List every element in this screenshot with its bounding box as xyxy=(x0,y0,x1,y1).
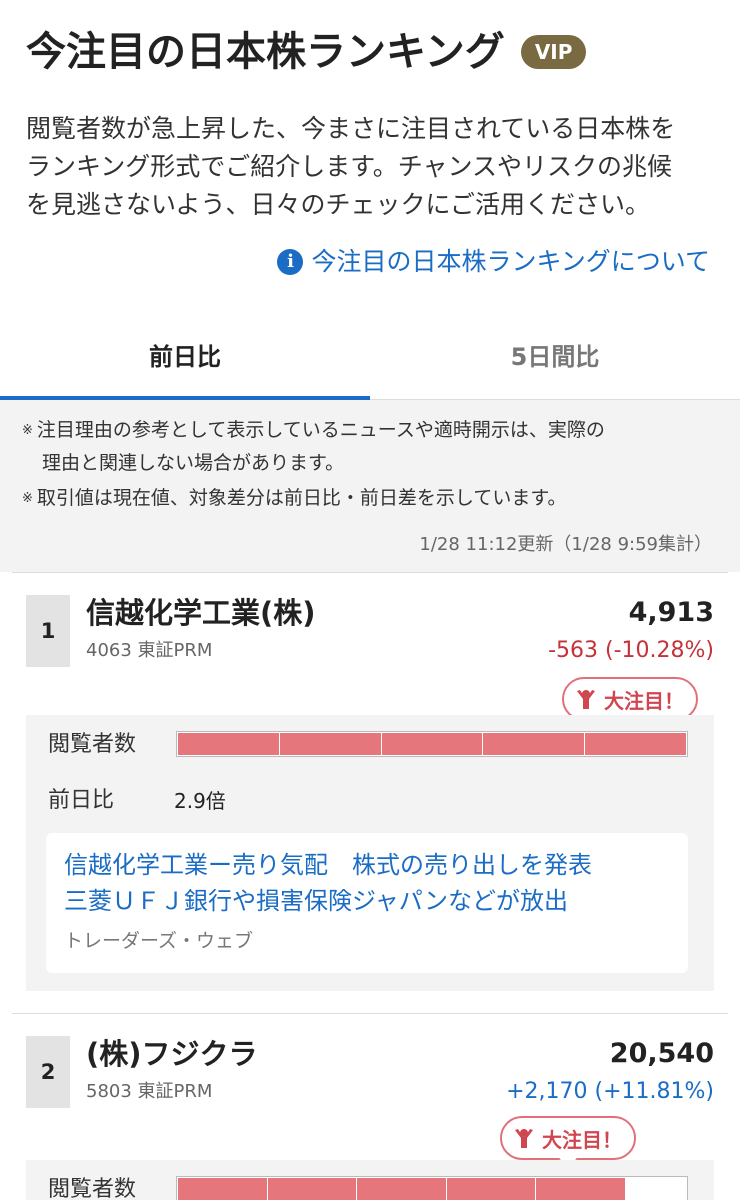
ratio-value: 2.9倍 xyxy=(174,789,226,813)
cheering-person-icon xyxy=(515,1129,533,1148)
news-source: トレーダーズ・ウェブ xyxy=(64,930,254,952)
ranking-detail: 閲覧者数 xyxy=(26,1160,714,1200)
tab-5-day[interactable]: 5日間比 xyxy=(370,310,740,399)
badge-label: 大注目！ xyxy=(604,688,684,713)
page-header: 今注目の日本株ランキング VIP xyxy=(26,24,587,80)
tab-previous-day[interactable]: 前日比 xyxy=(0,310,370,400)
ranking-card[interactable]: 1 信越化学工業(株) 4063 東証PRM 4,913 -563 (-10.2… xyxy=(12,572,728,1012)
bar-segment xyxy=(483,733,586,755)
about-ranking-link[interactable]: i 今注目の日本株ランキングについて xyxy=(277,244,710,280)
viewers-label: 閲覧者数 xyxy=(48,1177,137,1200)
notes-section: ※ 注目理由の参考として表示しているニュースや適時開示は、実際の 理由と関連しない… xyxy=(0,400,740,572)
page-title: 今注目の日本株ランキング xyxy=(26,29,505,75)
bar-segment xyxy=(381,733,484,755)
hot-badge: 大注目！ xyxy=(500,1116,636,1160)
price-change: +2,170 (+11.81%) xyxy=(506,1079,714,1104)
bar-segment xyxy=(178,733,280,755)
note-text: 理由と関連しない場合があります。 xyxy=(42,451,345,474)
bar-segment xyxy=(178,1178,268,1200)
news-headline-line: 三菱ＵＦＪ銀行や損害保険ジャパンなどが放出 xyxy=(64,887,568,915)
stock-price: 4,913 xyxy=(628,597,714,628)
page-description: 閲覧者数が急上昇した、今まさに注目されている日本株を ランキング形式でご紹介しま… xyxy=(26,110,716,224)
badge-label: 大注目！ xyxy=(542,1127,622,1152)
stock-name[interactable]: 信越化学工業(株) xyxy=(86,593,316,633)
price-change: -563 (-10.28%) xyxy=(548,638,714,663)
viewers-bar-fill xyxy=(178,1178,626,1200)
vip-badge: VIP xyxy=(520,35,587,69)
viewers-bar-fill xyxy=(178,733,686,755)
bar-segment xyxy=(585,733,686,755)
description-line: を見逃さないよう、日々のチェックにご活用ください。 xyxy=(26,190,651,219)
description-line: 閲覧者数が急上昇した、今まさに注目されている日本株を xyxy=(26,114,676,143)
note-mark: ※ xyxy=(22,422,33,438)
info-icon: i xyxy=(277,249,304,275)
note-mark: ※ xyxy=(22,490,33,506)
news-box: 信越化学工業ー売り気配 株式の売り出しを発表 三菱ＵＦＪ銀行や損害保険ジャパンな… xyxy=(46,833,688,973)
viewers-label: 閲覧者数 xyxy=(48,732,137,757)
ranking-detail: 閲覧者数 前日比 2.9倍 信越化学工業ー売り気配 株式の売り出しを発表 三菱Ｕ… xyxy=(26,715,714,991)
note-text: 取引値は現在値、対象差分は前日比・前日差を示しています。 xyxy=(36,487,567,509)
rank-number: 2 xyxy=(26,1036,70,1108)
note-news-disclaimer: ※ 注目理由の参考として表示しているニュースや適時開示は、実際の 理由と関連しない… xyxy=(22,414,722,479)
viewers-bar xyxy=(176,1176,688,1200)
bar-segment xyxy=(536,1178,626,1200)
ratio-label: 前日比 xyxy=(48,788,115,813)
bar-segment xyxy=(357,1178,447,1200)
stock-price: 20,540 xyxy=(609,1038,714,1069)
description-line: ランキング形式でご紹介します。チャンスやリスクの兆候 xyxy=(26,152,673,181)
cheering-person-icon xyxy=(577,690,595,709)
updated-timestamp: 1/28 11:12更新（1/28 9:59集計） xyxy=(419,534,712,555)
bar-segment xyxy=(267,1178,358,1200)
viewers-bar xyxy=(176,731,688,757)
stock-code: 5803 東証PRM xyxy=(86,1081,213,1102)
news-headline-link[interactable]: 信越化学工業ー売り気配 株式の売り出しを発表 三菱ＵＦＪ銀行や損害保険ジャパンな… xyxy=(64,847,670,919)
stock-code: 4063 東証PRM xyxy=(86,640,213,661)
bar-segment xyxy=(279,733,382,755)
stock-name[interactable]: (株)フジクラ xyxy=(86,1034,258,1074)
about-ranking-label: 今注目の日本株ランキングについて xyxy=(311,247,710,276)
news-headline-line: 信越化学工業ー売り気配 株式の売り出しを発表 xyxy=(64,851,592,879)
note-price-info: ※ 取引値は現在値、対象差分は前日比・前日差を示しています。 xyxy=(22,482,722,515)
bar-segment xyxy=(446,1178,537,1200)
period-tabs: 前日比 5日間比 xyxy=(0,310,740,400)
rank-number: 1 xyxy=(26,595,70,667)
ranking-card[interactable]: 2 (株)フジクラ 5803 東証PRM 20,540 +2,170 (+11.… xyxy=(12,1013,728,1200)
note-text: 注目理由の参考として表示しているニュースや適時開示は、実際の xyxy=(36,419,605,441)
